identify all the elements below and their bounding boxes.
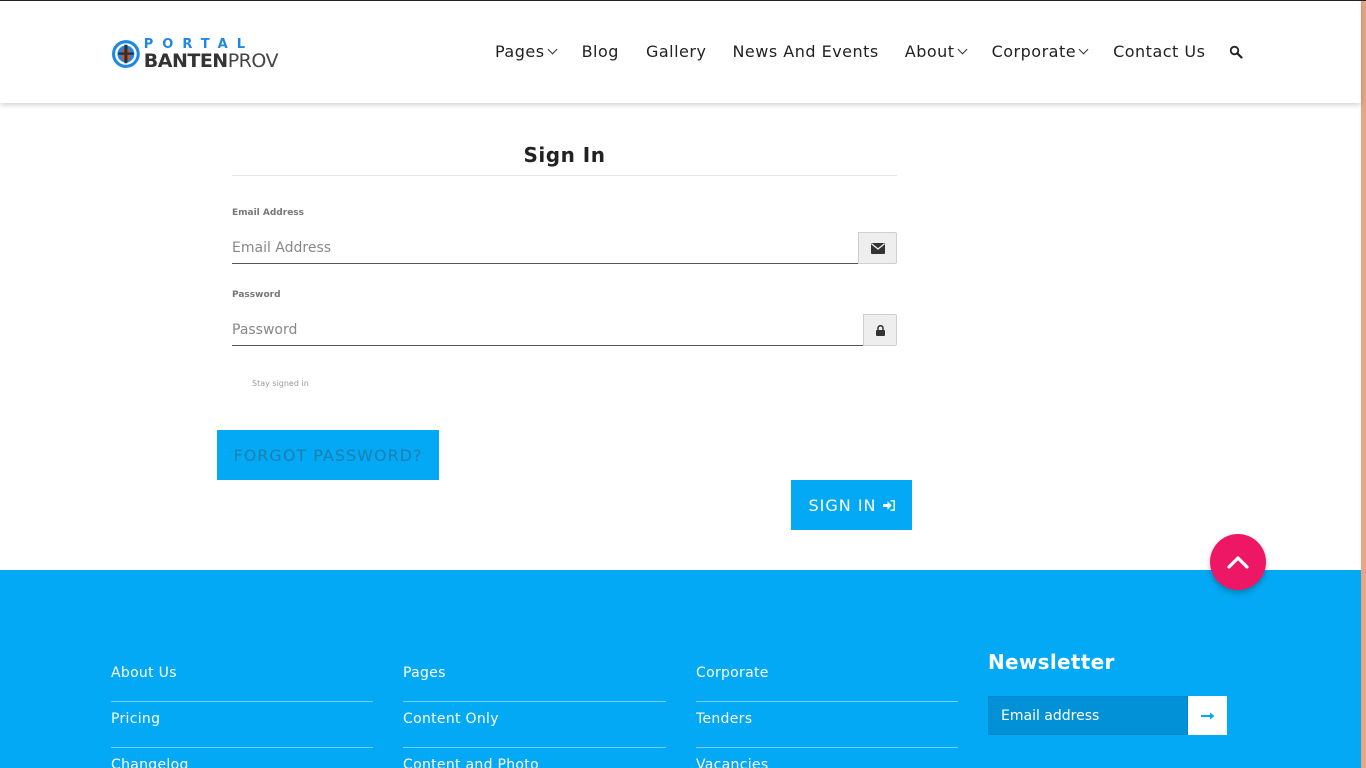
chevron-down-icon <box>547 44 558 54</box>
nav-item-news-and-events[interactable]: News And Events <box>732 42 878 61</box>
password-label: Password <box>232 290 281 300</box>
forgot-password-button[interactable]: FORGOT PASSWORD? <box>217 430 439 480</box>
chevron-up-icon <box>1227 556 1249 569</box>
footer-column-2: Pages Content Only Content and Photo <box>403 656 666 768</box>
logo-bottom-text: BANTENPROV <box>143 49 279 72</box>
main-nav: Pages Blog Gallery News And Events About… <box>495 39 1205 63</box>
footer-link-content-only[interactable]: Content Only <box>403 702 666 748</box>
footer-link-pages[interactable]: Pages <box>403 656 666 702</box>
lock-icon <box>863 314 897 346</box>
nav-item-label: Gallery <box>645 41 707 61</box>
logo-emblem-icon <box>112 40 140 68</box>
arrow-right-icon <box>1200 712 1214 719</box>
footer-link-pricing[interactable]: Pricing <box>111 702 373 748</box>
nav-item-pages[interactable]: Pages <box>495 41 558 61</box>
nav-item-corporate[interactable]: Corporate <box>991 41 1089 61</box>
logo-bold-text: BANTEN <box>143 49 228 72</box>
newsletter-submit-button[interactable] <box>1188 696 1227 735</box>
footer-column-1: About Us Pricing Changelog <box>111 656 373 768</box>
password-field[interactable] <box>232 314 863 346</box>
logo-light-text: PROV <box>227 49 279 72</box>
footer-link-content-and-photo[interactable]: Content and Photo <box>403 748 666 768</box>
chevron-down-icon <box>957 44 968 54</box>
nav-item-label: Blog <box>581 41 619 61</box>
newsletter-email-input[interactable] <box>988 696 1188 735</box>
footer-column-3: Corporate Tenders Vacancies <box>696 656 958 768</box>
scrollbar[interactable] <box>1361 1 1366 768</box>
page: PORTAL BANTENPROV Pages Blog Gallery New… <box>0 0 1366 768</box>
sign-in-button[interactable]: SIGN IN <box>791 480 912 530</box>
back-to-top-button[interactable] <box>1210 534 1266 590</box>
search-icon[interactable] <box>1229 45 1243 59</box>
password-field-group <box>232 314 897 346</box>
signin-title: Sign In <box>523 143 606 167</box>
email-field-group <box>232 232 897 264</box>
nav-item-contact-us[interactable]: Contact Us <box>1113 42 1205 61</box>
sign-in-label: SIGN IN <box>808 495 877 515</box>
forgot-password-label: FORGOT PASSWORD? <box>233 445 423 465</box>
nav-item-label: Pages <box>495 41 545 61</box>
footer-link-about-us[interactable]: About Us <box>111 656 373 702</box>
newsletter-title: Newsletter <box>988 650 1115 674</box>
email-field[interactable] <box>232 232 858 264</box>
nav-item-label: About <box>904 41 955 61</box>
newsletter-form <box>988 696 1227 735</box>
nav-item-label: Corporate <box>991 41 1077 61</box>
nav-item-label: News And Events <box>732 41 879 61</box>
site-header: PORTAL BANTENPROV Pages Blog Gallery New… <box>0 1 1361 103</box>
sign-in-icon <box>882 499 895 511</box>
footer-link-changelog[interactable]: Changelog <box>111 748 373 768</box>
envelope-icon <box>858 232 897 264</box>
nav-item-blog[interactable]: Blog <box>582 42 619 61</box>
nav-item-about[interactable]: About <box>904 41 968 61</box>
email-label: Email Address <box>232 208 305 218</box>
site-footer: About Us Pricing Changelog Pages Content… <box>0 570 1361 768</box>
nav-item-label: Contact Us <box>1113 41 1206 61</box>
footer-link-tenders[interactable]: Tenders <box>696 702 958 748</box>
footer-link-corporate[interactable]: Corporate <box>696 656 958 702</box>
site-logo[interactable]: PORTAL BANTENPROV <box>112 35 279 73</box>
stay-signed-in-checkbox[interactable]: Stay signed in <box>252 379 309 388</box>
logo-text: PORTAL BANTENPROV <box>143 38 279 72</box>
chevron-down-icon <box>1078 44 1089 54</box>
title-divider <box>232 175 897 176</box>
footer-link-vacancies[interactable]: Vacancies <box>696 748 958 768</box>
nav-item-gallery[interactable]: Gallery <box>646 42 706 61</box>
